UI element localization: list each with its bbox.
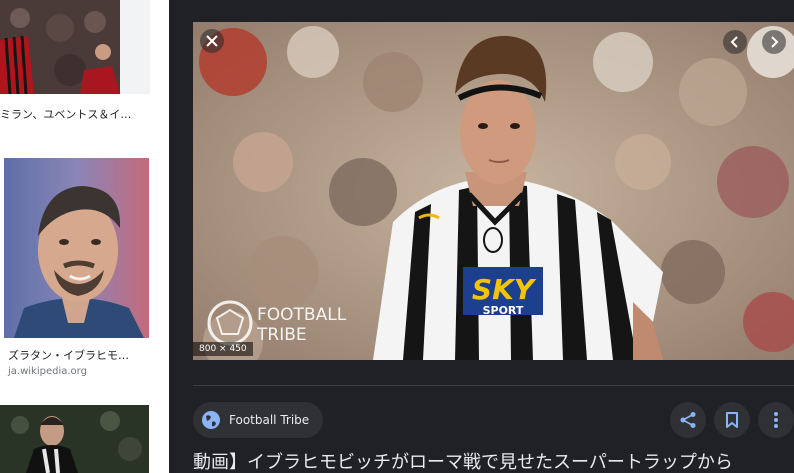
bookmark-icon: [726, 412, 738, 428]
thumbnail-gap: [120, 0, 150, 94]
jersey-sponsor: SKY: [472, 273, 537, 306]
results-column: ミラン、ユベントス＆イ… ズラタン・イブラヒモ… ja.wikipedia.or…: [0, 0, 168, 473]
next-image-button[interactable]: [762, 30, 786, 54]
jersey-sponsor-sub: SPORT: [483, 304, 524, 317]
preview-image[interactable]: SKY SPORT FOOTBALL TRIBE: [193, 22, 794, 360]
globe-icon: [202, 411, 220, 429]
share-icon: [680, 412, 696, 428]
close-button[interactable]: [200, 29, 224, 53]
previous-image-button[interactable]: [723, 30, 747, 54]
chevron-left-icon: [730, 36, 738, 48]
save-button[interactable]: [714, 402, 750, 438]
close-icon: [206, 35, 218, 47]
more-vert-icon: [774, 412, 778, 428]
result-source-2[interactable]: ja.wikipedia.org: [8, 366, 87, 377]
more-options-button[interactable]: [758, 402, 794, 438]
image-dimensions-badge: 800 × 450: [193, 342, 253, 356]
share-button[interactable]: [670, 402, 706, 438]
chevron-right-icon: [771, 36, 779, 48]
result-thumbnail-3[interactable]: [0, 405, 149, 473]
watermark-line-2: TRIBE: [256, 325, 307, 345]
source-chip[interactable]: Football Tribe: [193, 402, 324, 438]
result-title-2[interactable]: ズラタン・イブラヒモ…: [8, 347, 148, 363]
divider: [193, 385, 794, 386]
watermark-line-1: FOOTBALL: [257, 305, 347, 325]
result-thumbnail-1[interactable]: [0, 0, 120, 94]
source-name: Football Tribe: [229, 413, 310, 427]
result-thumbnail-2[interactable]: [4, 158, 149, 338]
image-title[interactable]: 動画】イブラヒモビッチがローマ戦で見せたスーパートラップから: [193, 448, 794, 473]
result-title-1[interactable]: ミラン、ユベントス＆イ…: [0, 106, 150, 122]
preview-panel: SKY SPORT FOOTBALL TRIBE 800 × 450 Footb…: [169, 0, 794, 473]
